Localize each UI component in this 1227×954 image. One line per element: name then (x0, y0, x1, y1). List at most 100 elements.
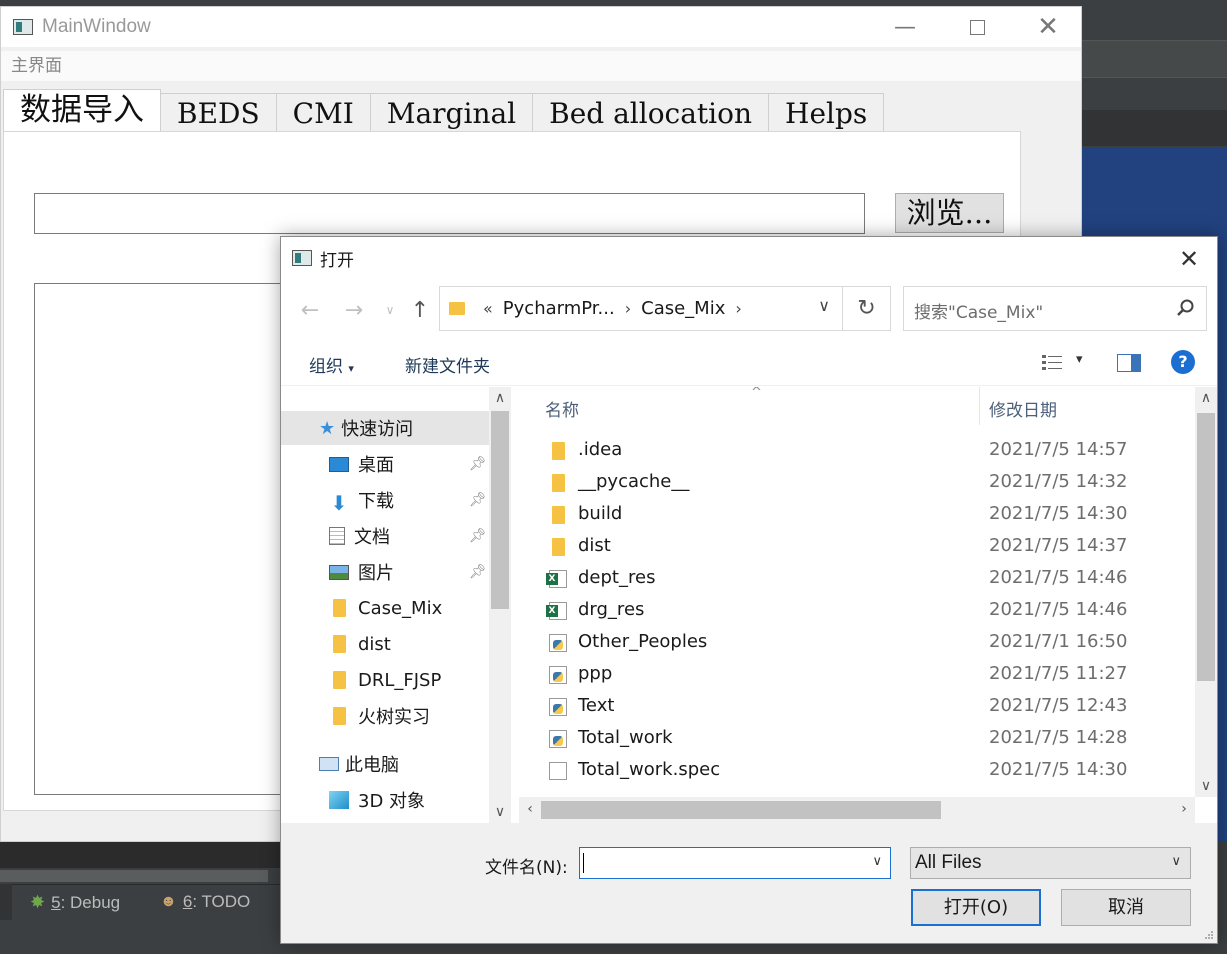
file-row[interactable]: drg_res 2021/7/5 14:46 (519, 595, 1195, 627)
chevron-right-icon[interactable]: › (625, 299, 631, 318)
nav-folder-huoshu[interactable]: 火树实习 (333, 699, 489, 733)
text-caret (583, 853, 584, 873)
dialog-titlebar[interactable]: 打开 (281, 237, 1217, 279)
filename-input[interactable]: ∨ (579, 847, 891, 879)
maximize-button[interactable] (954, 7, 1000, 47)
file-row[interactable]: Total_work 2021/7/5 14:28 (519, 723, 1195, 755)
column-divider[interactable] (979, 387, 980, 425)
folder-icon (552, 538, 565, 556)
preview-pane-icon[interactable] (1117, 354, 1141, 372)
scroll-down-icon[interactable]: ∨ (1195, 778, 1217, 794)
open-button[interactable]: 打开(O) (911, 889, 1041, 926)
column-header-modified[interactable]: 修改日期 (989, 396, 1057, 421)
navigation-pane: ★ 快速访问 桌面 📌︎ ⬇ 下载 📌︎ 文档 📌︎ 图片 📌︎ Case_Mi… (281, 387, 511, 823)
file-row[interactable]: .idea 2021/7/5 14:57 (519, 435, 1195, 467)
file-name: __pycache__ (578, 471, 690, 492)
file-row[interactable]: Text 2021/7/5 12:43 (519, 691, 1195, 723)
nav-scroll-thumb[interactable] (491, 411, 509, 609)
scroll-right-icon[interactable]: › (1173, 801, 1195, 817)
scroll-up-icon[interactable]: ∧ (489, 390, 511, 406)
nav-documents[interactable]: 文档 📌︎ (329, 519, 489, 553)
breadcrumb-case-mix[interactable]: Case_Mix (641, 298, 725, 319)
scroll-left-icon[interactable]: ‹ (519, 801, 541, 817)
file-row[interactable]: __pycache__ 2021/7/5 14:32 (519, 467, 1195, 499)
chevron-down-icon[interactable]: ∨ (818, 296, 830, 315)
column-header-name[interactable]: 名称 (545, 396, 579, 421)
todo-label: : TODO (192, 892, 251, 911)
chevron-right-icon[interactable]: › (735, 299, 741, 318)
recent-dropdown-icon[interactable]: ∨ (377, 299, 403, 321)
address-bar[interactable]: « PycharmPr... › Case_Mix › ∨ (439, 286, 891, 331)
nav-folder-dist[interactable]: dist (333, 627, 489, 661)
file-row[interactable]: build 2021/7/5 14:30 (519, 499, 1195, 531)
nav-quick-access[interactable]: ★ 快速访问 (281, 411, 489, 445)
tab-marginal[interactable]: Marginal (369, 93, 534, 131)
nav-pictures[interactable]: 图片 📌︎ (329, 555, 489, 589)
dialog-close-button[interactable]: ✕ (1169, 243, 1209, 275)
browse-button[interactable]: 浏览... (895, 193, 1004, 233)
debug-tool-button[interactable]: ✸ 5: Debug (30, 892, 120, 913)
file-list-vscroll-thumb[interactable] (1197, 413, 1215, 681)
nav-downloads[interactable]: ⬇ 下载 📌︎ (329, 483, 489, 517)
breadcrumb-overflow[interactable]: « (483, 299, 493, 318)
file-row[interactable]: dist 2021/7/5 14:37 (519, 531, 1195, 563)
forward-arrow-icon[interactable]: → (341, 298, 367, 323)
scroll-up-icon[interactable]: ∧ (1195, 390, 1217, 406)
breadcrumb-pycharm[interactable]: PycharmPr... (503, 298, 615, 319)
todo-tool-button[interactable]: ☻ 6: TODO (160, 892, 250, 912)
pin-icon: 📌︎ (469, 456, 487, 472)
close-button[interactable]: ✕ (1025, 7, 1071, 47)
python-file-icon (549, 634, 567, 652)
nav-folder-drl-fjsp[interactable]: DRL_FJSP (333, 663, 489, 697)
view-options-icon[interactable] (1041, 353, 1063, 373)
file-row[interactable]: Other_Peoples 2021/7/1 16:50 (519, 627, 1195, 659)
file-name: build (578, 503, 623, 524)
file-name: dept_res (578, 567, 656, 588)
tab-data-import[interactable]: 数据导入 (3, 89, 161, 131)
menu-bar: 主界面 (1, 51, 1081, 81)
main-window-titlebar[interactable]: MainWindow — ✕ (1, 7, 1081, 47)
tab-cmi[interactable]: CMI (275, 93, 371, 131)
up-arrow-icon[interactable]: ↑ (407, 298, 433, 323)
file-type-select[interactable]: All Files ∨ (910, 847, 1191, 879)
help-icon[interactable]: ? (1171, 350, 1195, 374)
nav-folder-case-mix[interactable]: Case_Mix (333, 591, 489, 625)
search-input[interactable]: 搜索"Case_Mix" (903, 286, 1207, 331)
file-name: dist (578, 535, 611, 556)
new-folder-button[interactable]: 新建文件夹 (405, 352, 490, 377)
file-name: Total_work (578, 727, 673, 748)
cancel-button[interactable]: 取消 (1061, 889, 1191, 926)
ide-horizontal-scrollbar[interactable] (0, 870, 268, 882)
file-date: 2021/7/5 12:43 (989, 695, 1128, 716)
nav-desktop[interactable]: 桌面 📌︎ (329, 447, 489, 481)
file-date: 2021/7/5 14:28 (989, 727, 1128, 748)
file-path-input[interactable] (34, 193, 865, 234)
nav-this-pc[interactable]: 此电脑 (319, 747, 489, 781)
python-file-icon (549, 698, 567, 716)
menu-main[interactable]: 主界面 (11, 56, 62, 76)
file-list-hscroll-thumb[interactable] (541, 801, 941, 819)
nav-3d-objects[interactable]: 3D 对象 (329, 783, 489, 817)
organize-button[interactable]: 组织 ▾ (309, 352, 354, 377)
back-arrow-icon[interactable]: ← (297, 298, 323, 323)
file-name: Text (578, 695, 615, 716)
refresh-button[interactable]: ↻ (842, 286, 891, 331)
filename-label: 文件名(N): (485, 858, 568, 878)
nav-label: 火树实习 (358, 707, 430, 728)
tab-helps[interactable]: Helps (768, 93, 885, 131)
scroll-down-icon[interactable]: ∨ (489, 804, 511, 820)
tab-beds[interactable]: BEDS (160, 93, 277, 131)
file-row[interactable]: dept_res 2021/7/5 14:46 (519, 563, 1195, 595)
minimize-button[interactable]: — (882, 7, 928, 47)
file-list-vscrollbar[interactable]: ∧ ∨ (1195, 387, 1217, 797)
tab-bed-allocation[interactable]: Bed allocation (532, 93, 770, 131)
nav-scrollbar[interactable]: ∧ ∨ (489, 387, 511, 823)
file-row[interactable]: ppp 2021/7/5 11:27 (519, 659, 1195, 691)
chevron-down-icon[interactable]: ∨ (872, 854, 882, 869)
file-list-hscrollbar[interactable]: ‹ › (519, 797, 1195, 823)
open-file-dialog: 打开 ✕ ← → ∨ ↑ « PycharmPr... › Case_Mix ›… (280, 236, 1218, 944)
nav-label: Case_Mix (358, 597, 443, 619)
view-dropdown-icon[interactable]: ▾ (1076, 352, 1083, 367)
file-row[interactable]: Total_work.spec 2021/7/5 14:30 (519, 755, 1195, 787)
resize-grip-icon[interactable] (1204, 930, 1214, 940)
